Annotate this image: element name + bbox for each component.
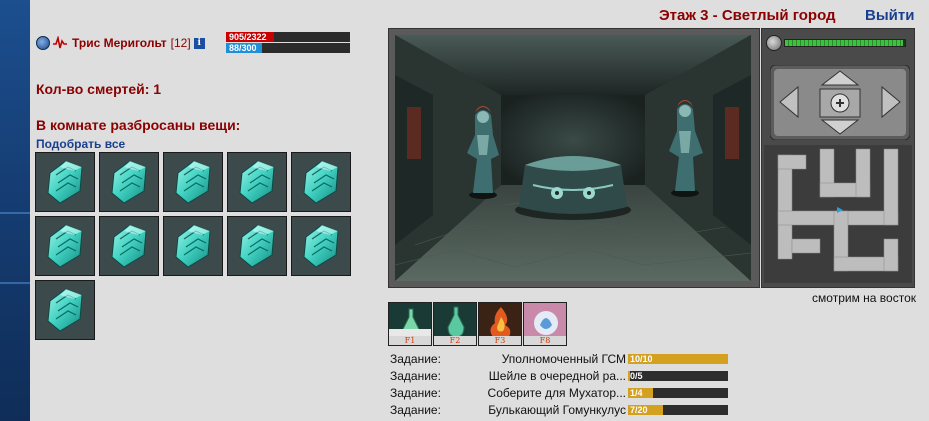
crystal-shard-icon: [47, 160, 83, 204]
quest-name[interactable]: Соберите для Мухатор...: [446, 386, 628, 400]
hp-text: 905/2322: [229, 32, 267, 42]
dungeon-map[interactable]: [764, 145, 912, 283]
hotkey-label: F8: [524, 336, 566, 345]
item-grid: [35, 152, 365, 340]
quest-progress-bar: 7/20: [628, 404, 728, 415]
hotkey-label: F2: [434, 336, 476, 345]
facing-direction: смотрим на восток: [812, 291, 916, 305]
player-name[interactable]: Трис Меригольт: [72, 36, 167, 50]
item-slot-crystal-shard[interactable]: [291, 216, 351, 276]
player-level: [12]: [170, 36, 191, 50]
crystal-shard-icon: [175, 224, 211, 268]
crystal-shard-icon: [47, 224, 83, 268]
quest-progress-text: 7/20: [630, 404, 648, 415]
pulse-icon[interactable]: [53, 36, 67, 50]
exit-link[interactable]: Выйти: [865, 7, 914, 24]
item-slot-crystal-shard[interactable]: [99, 152, 159, 212]
info-icon[interactable]: i: [193, 37, 205, 49]
player-header: Трис Меригольт [12] i: [36, 34, 205, 52]
item-slot-crystal-shard[interactable]: [35, 280, 95, 340]
hotkey-slot-f3[interactable]: F3: [478, 302, 522, 346]
quest-name[interactable]: Уполномоченный ГСМ: [446, 352, 628, 366]
hotkey-label: F3: [479, 336, 521, 345]
quest-label: Задание:: [390, 402, 441, 417]
item-slot-crystal-shard[interactable]: [291, 152, 351, 212]
crystal-shard-icon: [303, 160, 339, 204]
crystal-shard-icon: [175, 160, 211, 204]
crystal-shard-icon: [47, 288, 83, 332]
quest-progress-bar: 1/4: [628, 387, 728, 398]
energy-strip: [784, 39, 906, 47]
mp-bar: 88/300: [226, 43, 350, 53]
item-slot-crystal-shard[interactable]: [35, 216, 95, 276]
hotkey-slot-f2[interactable]: F2: [433, 302, 477, 346]
item-slot-crystal-shard[interactable]: [163, 216, 223, 276]
desktop-divider: [0, 282, 30, 284]
hotkey-bar: F1 F2 F3 F8: [388, 302, 567, 346]
energy-strip-fill: [785, 40, 903, 46]
pick-all-link[interactable]: Подобрать все: [36, 137, 125, 151]
item-slot-crystal-shard[interactable]: [227, 152, 287, 212]
quest-label: Задание:: [390, 385, 441, 400]
crystal-shard-icon: [303, 224, 339, 268]
quest-progress-text: 10/10: [630, 353, 653, 364]
item-slot-crystal-shard[interactable]: [99, 216, 159, 276]
hotkey-slot-f8[interactable]: F8: [523, 302, 567, 346]
quest-row: Задание: Уполномоченный ГСМ 10/10: [388, 350, 728, 367]
quest-label: Задание:: [390, 368, 441, 383]
dungeon-view[interactable]: [395, 35, 751, 281]
quest-row: Задание: Соберите для Мухатор... 1/4: [388, 384, 728, 401]
quest-name[interactable]: Булькающий Гомункулус: [446, 403, 628, 417]
quest-progress-bar: 10/10: [628, 353, 728, 364]
minimap-panel: [761, 28, 915, 288]
crystal-shard-icon: [111, 160, 147, 204]
items-heading: В комнате разбросаны вещи:: [36, 117, 241, 133]
crystal-shard-icon: [239, 160, 275, 204]
crystal-shard-icon: [239, 224, 275, 268]
desktop-background: [0, 0, 30, 421]
location-title: Этаж 3 - Светлый город: [659, 7, 836, 24]
item-slot-crystal-shard[interactable]: [163, 152, 223, 212]
quest-progress-bar: 0/5: [628, 370, 728, 381]
dungeon-view-frame: [388, 28, 760, 288]
mp-text: 88/300: [229, 43, 257, 53]
hp-bar: 905/2322: [226, 32, 350, 42]
death-count: Кол-во смертей: 1: [36, 81, 162, 97]
quest-row: Задание: Булькающий Гомункулус 7/20: [388, 401, 728, 418]
crystal-shard-icon: [111, 224, 147, 268]
quest-list: Задание: Уполномоченный ГСМ 10/10 Задание: Ш…: [388, 350, 728, 418]
map-toggle-button[interactable]: [766, 35, 782, 51]
quest-progress-text: 1/4: [630, 387, 643, 398]
quest-name[interactable]: Шейле в очередной ра...: [446, 369, 628, 383]
game-window: Трис Меригольт [12] i 905/2322 88/300 Ко…: [30, 0, 929, 421]
desktop-divider: [0, 212, 30, 214]
player-bars: 905/2322 88/300: [226, 32, 350, 54]
hotkey-label: F1: [389, 336, 431, 345]
item-slot-crystal-shard[interactable]: [227, 216, 287, 276]
quest-label: Задание:: [390, 351, 441, 366]
clan-emblem-icon[interactable]: [36, 36, 50, 50]
item-slot-crystal-shard[interactable]: [35, 152, 95, 212]
movement-compass[interactable]: [769, 64, 911, 141]
quest-row: Задание: Шейле в очередной ра... 0/5: [388, 367, 728, 384]
quest-progress-text: 0/5: [630, 370, 643, 381]
hotkey-slot-f1[interactable]: F1: [388, 302, 432, 346]
